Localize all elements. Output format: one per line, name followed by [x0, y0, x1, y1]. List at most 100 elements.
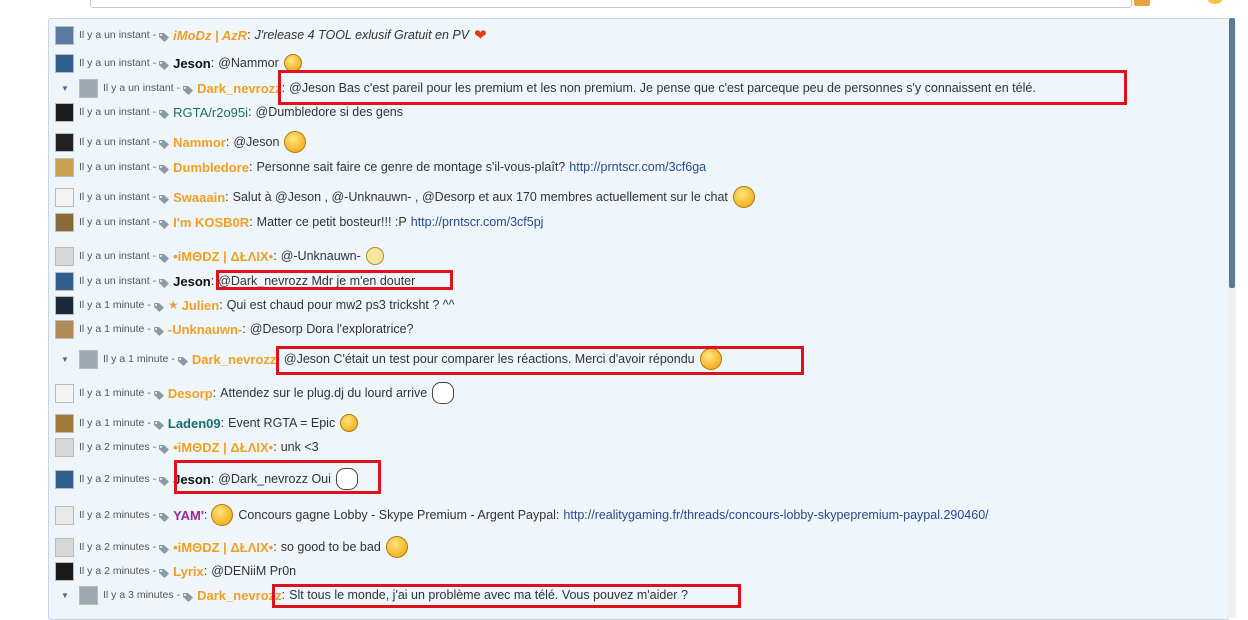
- tag-icon: [159, 567, 170, 578]
- username-colon: :: [242, 322, 246, 336]
- tag-icon: [153, 301, 164, 312]
- chat-message-row: Il y a 1 minute - ★ Julien: Qui est chaud po…: [49, 295, 455, 315]
- scrollbar-thumb[interactable]: [1229, 18, 1235, 288]
- avatar[interactable]: [55, 537, 74, 557]
- avatar[interactable]: [55, 505, 74, 525]
- avatar[interactable]: [55, 383, 74, 403]
- message-timestamp: Il y a 1 minute: [79, 387, 145, 399]
- send-button[interactable]: [1134, 0, 1150, 6]
- message-timestamp: Il y a un instant: [79, 275, 150, 287]
- chat-input[interactable]: [90, 0, 1132, 8]
- username-colon: :: [212, 386, 217, 400]
- avatar[interactable]: [55, 437, 74, 457]
- username[interactable]: Dark_nevrozz: [197, 588, 282, 603]
- message-timestamp: Il y a un instant: [79, 57, 150, 69]
- collapse-arrow-icon[interactable]: ▼: [61, 84, 69, 93]
- avatar[interactable]: [55, 132, 74, 152]
- username[interactable]: RGTA/r2o95i: [173, 105, 248, 120]
- avatar[interactable]: [79, 585, 98, 605]
- username-colon: :: [273, 540, 277, 554]
- username[interactable]: •iMΘDZ | ΔŁΛIX•: [173, 540, 273, 555]
- chat-message-row: Il y a un instant - Swaaain: Salut à @Jeson…: [49, 186, 755, 208]
- collapse-arrow-icon[interactable]: ▼: [61, 355, 69, 364]
- avatar[interactable]: [55, 212, 74, 232]
- chat-message-row: Il y a 1 minute - -Unknauwn-: @Desorp Dora …: [49, 319, 414, 339]
- avatar[interactable]: [55, 246, 74, 266]
- username[interactable]: Jeson: [173, 56, 211, 71]
- message-text: Personne sait faire ce genre de montage …: [256, 160, 566, 174]
- tag-icon: [159, 511, 170, 522]
- separator-dash: -: [152, 57, 157, 69]
- username[interactable]: Jeson: [173, 274, 211, 289]
- message-text: @Jeson: [233, 135, 280, 149]
- message-timestamp: Il y a 2 minutes: [79, 509, 150, 521]
- message-text: Matter ce petit bosteur!!! :P: [256, 215, 407, 229]
- username-colon: :: [248, 105, 252, 119]
- avatar[interactable]: [55, 157, 74, 177]
- avatar[interactable]: [55, 413, 74, 433]
- username[interactable]: Lyrix: [173, 564, 204, 579]
- username[interactable]: Dark_nevrozz: [197, 81, 282, 96]
- avatar[interactable]: [55, 295, 74, 315]
- username[interactable]: Nammor: [173, 135, 226, 150]
- avatar[interactable]: [55, 102, 74, 122]
- username[interactable]: •iMΘDZ | ΔŁΛIX•: [173, 440, 273, 455]
- avatar[interactable]: [55, 469, 74, 489]
- username[interactable]: -Unknauwn-: [168, 322, 242, 337]
- username[interactable]: YAM': [173, 508, 204, 523]
- tag-icon: [159, 475, 170, 486]
- chat-message-row: Il y a un instant - Nammor: @Jeson: [49, 131, 307, 153]
- chat-message-row: Il y a 1 minute - Laden09: Event RGTA = Epi…: [49, 413, 359, 433]
- avatar[interactable]: [55, 53, 74, 73]
- separator-dash: -: [147, 299, 151, 311]
- username[interactable]: Desorp: [168, 386, 213, 401]
- chat-message-row: Il y a un instant - •iMΘDZ | ΔŁΛIX•: @-Unkn…: [49, 246, 384, 266]
- message-timestamp: Il y a un instant: [103, 82, 174, 94]
- message-link[interactable]: http://realitygaming.fr/threads/concours…: [563, 508, 988, 522]
- separator-dash: -: [152, 275, 157, 287]
- username[interactable]: •iMΘDZ | ΔŁΛIX•: [173, 249, 273, 264]
- username[interactable]: Dumbledore: [173, 160, 249, 175]
- message-timestamp: Il y a 2 minutes: [79, 541, 150, 553]
- message-link[interactable]: http://prntscr.com/3cf5pj: [411, 215, 544, 229]
- username[interactable]: Julien: [182, 298, 220, 313]
- avatar[interactable]: [55, 271, 74, 291]
- username[interactable]: Swaaain: [173, 190, 225, 205]
- avatar[interactable]: [55, 319, 74, 339]
- troll-face-icon: [432, 382, 455, 404]
- avatar[interactable]: [79, 349, 98, 369]
- collapse-arrow-icon[interactable]: ▼: [61, 591, 69, 600]
- message-timestamp: Il y a 1 minute: [79, 323, 145, 335]
- message-text: Qui est chaud pour mw2 ps3 tricksht ? ^^: [226, 298, 455, 312]
- username-colon: :: [225, 190, 229, 204]
- chat-message-row: Il y a 2 minutes - YAM': Concours gagne Lob…: [49, 504, 989, 526]
- avatar[interactable]: [79, 78, 98, 98]
- separator-dash: -: [152, 250, 157, 262]
- username[interactable]: I'm KOSB0R: [173, 215, 249, 230]
- message-timestamp: Il y a un instant: [79, 161, 150, 173]
- highlight-box: [272, 584, 741, 608]
- message-link[interactable]: http://prntscr.com/3cf6ga: [569, 160, 706, 174]
- avatar[interactable]: [55, 187, 74, 207]
- heart-icon: ❤: [474, 26, 487, 44]
- username[interactable]: Laden09: [168, 416, 221, 431]
- tag-icon: [159, 31, 170, 42]
- faded-smile-icon: [365, 247, 384, 265]
- tag-icon: [159, 59, 170, 70]
- chat-message-row: Il y a un instant - Dumbledore: Personne sa…: [49, 157, 706, 177]
- username[interactable]: Dark_nevrozz: [192, 352, 277, 367]
- chat-message-row: Il y a un instant - Jeson: @Nammor: [49, 53, 302, 73]
- tag-icon: [159, 218, 170, 229]
- chat-message-list[interactable]: Il y a un instant - iMoDz | AzR: J'release …: [48, 18, 1230, 620]
- highlight-box: [276, 346, 804, 375]
- message-timestamp: Il y a 3 minutes: [103, 589, 174, 601]
- avatar[interactable]: [55, 561, 74, 581]
- emoji-picker-icon[interactable]: [1208, 0, 1222, 4]
- separator-dash: -: [152, 29, 157, 41]
- tongue-icon: [284, 131, 307, 153]
- message-text: @Desorp Dora l'exploratrice?: [249, 322, 414, 336]
- chat-message-row: Il y a un instant - RGTA/r2o95i: @Dumbledor…: [49, 102, 403, 122]
- username-colon: :: [247, 28, 251, 42]
- avatar[interactable]: [55, 25, 74, 45]
- username[interactable]: iMoDz | AzR: [173, 28, 247, 43]
